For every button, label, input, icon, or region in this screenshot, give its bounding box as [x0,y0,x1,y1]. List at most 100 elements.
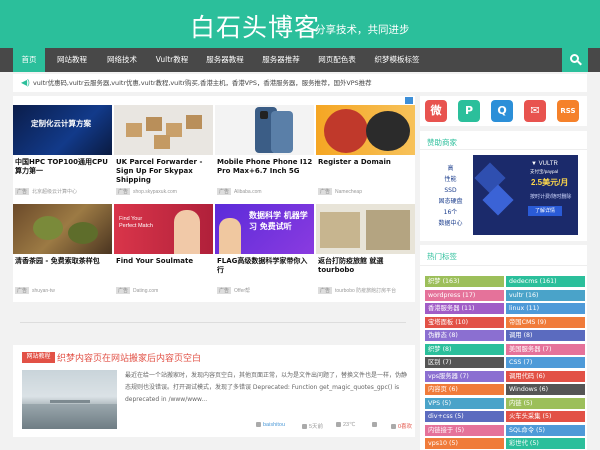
tag-item[interactable]: wordpress (17) [425,289,504,301]
sponsor-sub: 按时计费/随时删除 [530,194,572,200]
site-slogan: 分享技术，共同进步 [315,24,410,36]
ad-card[interactable]: Mobile Phone Phone I12 Pro Max+6.7 Inch … [215,105,314,202]
tag-item[interactable]: vps服务器 (7) [425,370,504,382]
ad-card[interactable]: UK Parcel Forwarder - Sign Up For Skypax… [114,105,213,202]
tag-item[interactable]: VPS (5) [425,397,504,409]
tag-item[interactable]: 织梦 (8) [425,343,504,355]
post-author[interactable]: baishitou [263,422,285,428]
post-excerpt: 最近在给一个站搬家时，发现内容页空白，其他页面正常，以为是文件出问题了，替换文件… [125,372,408,403]
post-title[interactable]: 织梦内容页在网站搬家后内容页空白 [57,351,201,364]
ad-card[interactable]: Register a Domain 广告 Namecheap [316,105,415,202]
tag-item[interactable]: SQL命令 (5) [506,424,585,436]
post-date: 5天前 [309,424,324,430]
nav-dede-tags[interactable]: 织梦模板标签 [367,48,427,72]
qq-icon[interactable]: Q [491,100,513,122]
ad-image[interactable] [13,204,112,254]
nav-network-tech[interactable]: 网络技术 [99,48,145,72]
ad-card[interactable]: Find Your Perfect Match Find Your Soulma… [114,204,213,301]
tag-item[interactable]: 内容页 (6) [425,384,504,395]
tag-item[interactable]: vultr (16) [506,289,585,301]
ad-title[interactable]: Mobile Phone Phone I12 Pro Max+6.7 Inch … [217,158,314,176]
nav-server-tutorial[interactable]: 服务器教程 [199,48,251,72]
vultr-logo: ▼ VULTR [531,161,558,167]
ad-source: Dating.com [133,288,159,294]
adchoices-icon[interactable] [405,97,413,104]
ad-image[interactable]: Find Your Perfect Match [114,204,213,254]
ad-card[interactable]: 清香茶园 - 免费索取茶样包 广告 shuyan-tw [13,204,112,301]
tag-item[interactable]: 帝国CMS (9) [506,316,585,328]
ad-source: Alibaba.com [234,189,262,195]
post-meta: baishitou 5天前 23℃ 0喜欢 [125,422,412,432]
p-icon[interactable]: P [458,100,480,122]
speaker-icon: ◀) [21,78,30,87]
divider [20,322,406,323]
tag-item[interactable]: 美国服务器 (7) [506,343,585,355]
post-category-badge[interactable]: 网站教程 [22,352,55,363]
tag-item[interactable]: linux (11) [506,303,585,314]
ad-title[interactable]: 清香茶园 - 免费索取茶样包 [15,257,112,266]
sponsor-pay: 支付宝/paypal [530,169,559,174]
ad-title[interactable]: Find Your Soulmate [116,257,213,266]
post-thumbnail[interactable] [22,370,117,429]
tag-item[interactable]: 织梦 (163) [425,276,504,287]
mail-icon[interactable]: ✉ [524,100,546,122]
sponsor-learn-more-button[interactable]: 了解详情 [528,206,562,216]
ad-source: shop.skypaxuk.com [133,189,177,195]
ad-title[interactable]: UK Parcel Forwarder - Sign Up For Skypax… [116,158,213,185]
search-button[interactable] [562,48,588,72]
ad-title[interactable]: Register a Domain [318,158,415,167]
tag-item[interactable]: 伪静态 (8) [425,330,504,341]
main-nav: 首页 网站教程 网络技术 Vultr教程 服务器教程 服务器推荐 网页配色表 织… [0,48,600,72]
notice-text[interactable]: vultr优惠码,vultr云服务器,vultr优惠,vultr教程,vultr… [33,74,372,92]
ad-source: Namecheap [335,189,362,195]
post-likes[interactable]: 0喜欢 [398,424,412,430]
tag-item[interactable]: 内链 (5) [506,397,585,409]
ad-image[interactable]: 数据科学 机器学习 免费试听 [215,204,314,254]
nav-vultr-tutorial[interactable]: Vultr教程 [149,48,195,72]
tag-item[interactable]: 调用 (8) [506,330,585,341]
ad-card[interactable]: 定制化云计算方案 中国HPC TOP100通用CPU算力第一 广告 北京超级云计算… [13,105,112,202]
ad-image[interactable]: 定制化云计算方案 [13,105,112,155]
weibo-icon[interactable]: 微 [425,100,447,122]
sponsor-widget: 赞助商家 高 性能 SSD 固态硬盘 16个 数据中心 ▼ VULTR 支付宝/… [420,131,587,241]
ad-panel: 定制化云计算方案 中国HPC TOP100通用CPU算力第一 广告 北京超级云计算… [13,96,415,302]
site-header: 白石头博客 分享技术，共同进步 [0,0,600,48]
social-icons: 微 P Q ✉ RSS [420,96,587,126]
tag-item[interactable]: 火车头采集 (5) [506,411,585,422]
nav-home[interactable]: 首页 [13,48,45,72]
ad-card[interactable]: 数据科学 机器学习 免费试听 FLAG高级数据科学家带你入行 广告 Offer帮 [215,204,314,301]
ad-image[interactable] [316,105,415,155]
ad-card[interactable]: 返台打防疫旅館 就選tourbobo 广告 tourbobo 防疫旅館訂房平台 [316,204,415,301]
tag-item[interactable]: vps10 (5) [425,438,504,449]
tag-item[interactable]: 内链接于 (5) [425,424,504,436]
nav-web-tutorial[interactable]: 网站教程 [49,48,95,72]
tag-item[interactable]: 区别 (7) [425,357,504,368]
sponsor-title: 赞助商家 [427,138,457,147]
tag-item[interactable]: 香港服务器 (11) [425,303,504,314]
comment-icon[interactable] [372,422,377,428]
ad-image[interactable] [215,105,314,155]
vultr-banner[interactable]: 高 性能 SSD 固态硬盘 16个 数据中心 ▼ VULTR 支付宝/paypa… [428,155,578,235]
ad-image[interactable] [114,105,213,155]
tag-item[interactable]: CSS (7) [506,357,585,368]
tag-item[interactable]: Windows (6) [506,384,585,395]
ad-source: 北京超级云计算中心 [32,189,78,195]
tag-item[interactable]: dedecms (161) [506,276,585,287]
ad-title[interactable]: 返台打防疫旅館 就選tourbobo [318,257,415,275]
tag-item[interactable]: 彩世代 (5) [506,438,585,449]
ad-image[interactable] [316,204,415,254]
nav-server-recommend[interactable]: 服务器推荐 [255,48,307,72]
heart-icon[interactable] [391,424,396,430]
tag-item[interactable]: 宝塔面板 (10) [425,316,504,328]
ad-title[interactable]: 中国HPC TOP100通用CPU算力第一 [15,158,112,176]
rss-icon[interactable]: RSS [557,100,579,122]
hot-tags-widget: 热门标签 织梦 (163) dedecms (161) wordpress (17)… [420,245,587,450]
clock-icon [302,424,307,430]
tag-item[interactable]: 调用代码 (6) [506,370,585,382]
post-card: 网站教程 织梦内容页在网站搬家后内容页空白 最近在给一个站搬家时，发现内容页空白… [13,345,415,437]
nav-color-table[interactable]: 网页配色表 [311,48,363,72]
ad-title[interactable]: FLAG高级数据科学家带你入行 [217,257,314,275]
site-title[interactable]: 白石头博客 [190,8,320,44]
tag-item[interactable]: div+css (5) [425,411,504,422]
post-views: 23℃ [343,422,356,428]
